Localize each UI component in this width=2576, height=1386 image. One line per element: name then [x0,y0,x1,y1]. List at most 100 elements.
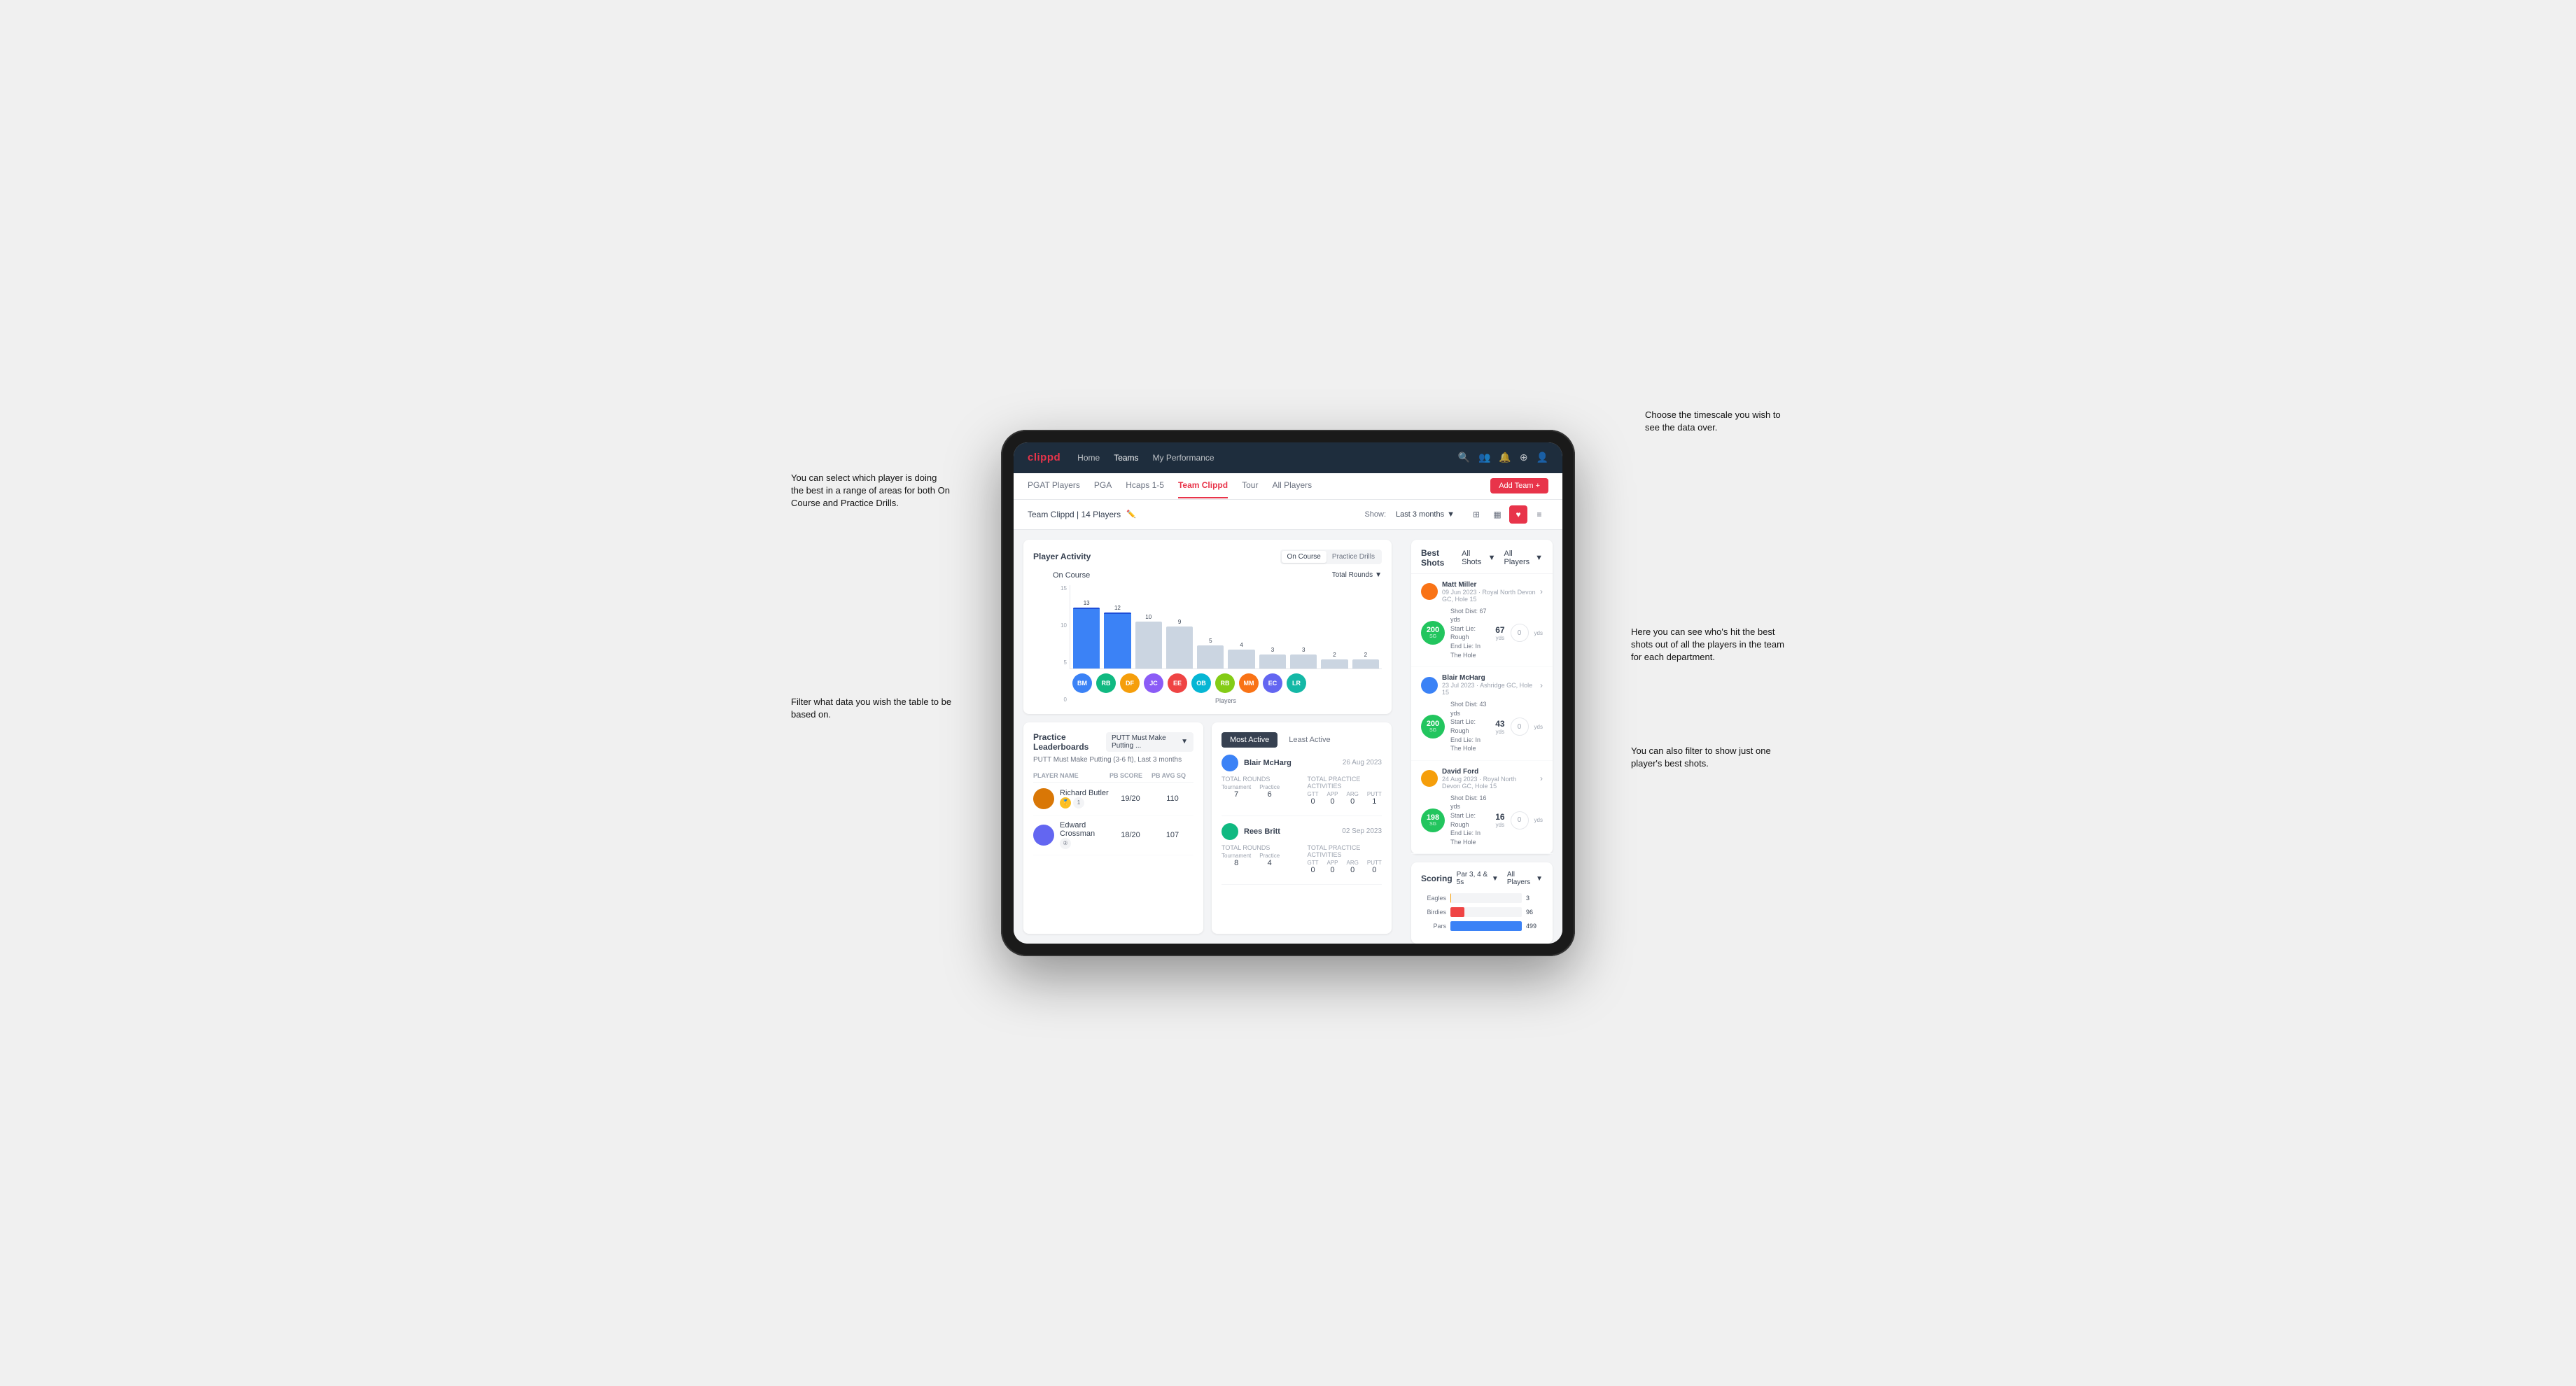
dropdown-arrow-icon: ▼ [1181,738,1188,746]
annotation-left-bottom: Filter what data you wish the table to b… [791,696,952,721]
avatar-eebert[interactable]: EE [1168,673,1187,693]
least-active-tab[interactable]: Least Active [1280,732,1338,748]
shots-filter[interactable]: All Shots ▼ [1462,550,1495,566]
nav-link-performance[interactable]: My Performance [1153,450,1214,465]
scoring-bar-pars [1450,921,1522,931]
pb-avg-rbutler: 110 [1152,794,1194,803]
table-row[interactable]: Richard Butler 🥇 1 19/20 110 [1033,783,1194,816]
scoring-title: Scoring [1421,874,1452,883]
shot-player-info-dford: David Ford 24 Aug 2023 · Royal North Dev… [1442,768,1536,790]
bar-mmiller: 3 [1290,585,1317,668]
most-active-tab[interactable]: Most Active [1222,732,1278,748]
shot-item-bmcharg[interactable]: Blair McHarg 23 Jul 2023 · Ashridge GC, … [1411,667,1553,761]
scoring-header: Scoring Par 3, 4 & 5s ▼ All Players ▼ [1421,871,1543,886]
shot-item-dford[interactable]: David Ford 24 Aug 2023 · Royal North Dev… [1411,761,1553,855]
y-label-15: 15 [1060,585,1067,592]
avatar-rbritt-active [1222,823,1238,840]
avatar-mmiller[interactable]: MM [1239,673,1259,693]
show-label: Show: [1364,510,1386,519]
scoring-value-birdies: 96 [1526,909,1543,916]
tab-pga[interactable]: PGA [1094,473,1112,498]
shot-info-mmiller: Shot Dist: 67 yds Start Lie: Rough End L… [1450,607,1490,660]
avatar-rbritt[interactable]: RB [1096,673,1116,693]
practice-leaderboards-card: Practice Leaderboards PUTT Must Make Put… [1023,722,1203,934]
nav-logo: clippd [1028,451,1060,463]
bar-chart: 13 12 [1070,585,1382,669]
team-header: Team Clippd | 14 Players ✏️ Show: Last 3… [1014,500,1562,530]
player-avatars-row: BM RB DF JC EE OB RB MM EC [1070,673,1382,693]
table-row[interactable]: Edward Crossman ② 18/20 107 [1033,816,1194,855]
list-view-btn[interactable]: ≡ [1530,505,1548,524]
avatar-rbutler[interactable]: RB [1215,673,1235,693]
nav-links: Home Teams My Performance [1077,450,1441,465]
dropdown-arrow-icon: ▼ [1535,554,1543,562]
shot-player-name-mmiller: Matt Miller [1442,581,1536,589]
scoring-bar-container-pars [1450,921,1522,931]
players-filter[interactable]: All Players ▼ [1504,550,1543,566]
tab-team-clippd[interactable]: Team Clippd [1178,473,1228,498]
add-team-button[interactable]: Add Team + [1490,478,1548,493]
practice-dropdown[interactable]: PUTT Must Make Putting ... ▼ [1106,732,1194,752]
shot-item-mmiller[interactable]: Matt Miller 09 Jun 2023 · Royal North De… [1411,574,1553,668]
view-icons: ⊞ ▦ ♥ ≡ [1467,505,1548,524]
avatar-bmcharg[interactable]: BM [1072,673,1092,693]
scoring-bar-eagles [1450,893,1451,903]
search-icon[interactable]: 🔍 [1458,451,1470,463]
active-player-bmcharg[interactable]: Blair McHarg 26 Aug 2023 Total Rounds To… [1222,755,1382,816]
scoring-label-eagles: Eagles [1421,895,1446,902]
shot-stat-zero-label-mmiller: yds [1534,630,1543,636]
tab-all-players[interactable]: All Players [1272,473,1312,498]
avatar-ecrossman[interactable]: EC [1263,673,1282,693]
practice-drills-btn[interactable]: Practice Drills [1326,551,1380,563]
show-dropdown[interactable]: Last 3 months ▼ [1396,510,1455,519]
avatar-bmcharg-shot [1421,677,1438,694]
chevron-right-icon: › [1540,680,1543,690]
shot-score-badge-bmcharg: 200 SG [1421,715,1445,738]
bar-eebert: 5 [1197,585,1224,668]
shot-stat-yds-dford: 16 yds [1495,812,1504,828]
grid-view-btn[interactable]: ⊞ [1467,505,1485,524]
heart-view-btn[interactable]: ♥ [1509,505,1527,524]
scoring-value-pars: 499 [1526,923,1543,930]
bottom-row: Practice Leaderboards PUTT Must Make Put… [1023,722,1392,934]
avatar-jcoles[interactable]: JC [1144,673,1163,693]
active-player-name-bmcharg: Blair McHarg [1244,759,1337,767]
chart-dropdown[interactable]: Total Rounds ▼ [1332,571,1382,579]
avatar-lrobertson[interactable]: LR [1287,673,1306,693]
player-activity-card: Player Activity On Course Practice Drill… [1023,540,1392,714]
right-panel: Best Shots All Shots ▼ All Players ▼ [1401,530,1562,944]
bar-lrobertson: 2 [1352,585,1379,668]
user-avatar-icon[interactable]: 👤 [1536,451,1548,463]
tab-hcaps[interactable]: Hcaps 1-5 [1126,473,1164,498]
shot-stat-zero-label-bmcharg: yds [1534,724,1543,730]
nav-link-home[interactable]: Home [1077,450,1100,465]
annotation-right-bottom: You can also filter to show just one pla… [1631,745,1785,770]
users-icon[interactable]: 👥 [1478,451,1490,463]
plus-icon[interactable]: ⊕ [1520,451,1528,463]
bar-obillingham: 4 [1228,585,1254,668]
shot-player-name-dford: David Ford [1442,768,1536,776]
avatar-dford[interactable]: DF [1120,673,1140,693]
chevron-right-icon: › [1540,774,1543,783]
shot-location-bmcharg: 23 Jul 2023 · Ashridge GC, Hole 15 [1442,682,1536,696]
tab-pgat-players[interactable]: PGAT Players [1028,473,1080,498]
shot-stat-yds-bmcharg: 43 yds [1495,719,1504,735]
scoring-players-filter[interactable]: All Players ▼ [1507,871,1543,886]
shot-player-info: Matt Miller 09 Jun 2023 · Royal North De… [1442,581,1536,603]
sub-nav: PGAT Players PGA Hcaps 1-5 Team Clippd T… [1014,473,1562,500]
course-toggle: On Course Practice Drills [1280,550,1382,564]
scoring-filter[interactable]: Par 3, 4 & 5s ▼ [1457,871,1499,886]
edit-icon[interactable]: ✏️ [1126,510,1136,519]
rank-badge-1: 🥇 [1060,797,1071,808]
on-course-btn[interactable]: On Course [1282,551,1326,563]
nav-link-teams[interactable]: Teams [1114,450,1138,465]
x-axis-label: Players [1215,697,1236,704]
bell-icon[interactable]: 🔔 [1499,451,1511,463]
card-view-btn[interactable]: ▦ [1488,505,1506,524]
active-player-rbritt[interactable]: Rees Britt 02 Sep 2023 Total Rounds Tour… [1222,823,1382,885]
avatar-mmiller-shot [1421,583,1438,600]
chart-on-course-label: On Course [1053,571,1090,580]
avatar-obillingham[interactable]: OB [1191,673,1211,693]
tab-tour[interactable]: Tour [1242,473,1258,498]
dropdown-arrow-icon: ▼ [1375,571,1382,579]
